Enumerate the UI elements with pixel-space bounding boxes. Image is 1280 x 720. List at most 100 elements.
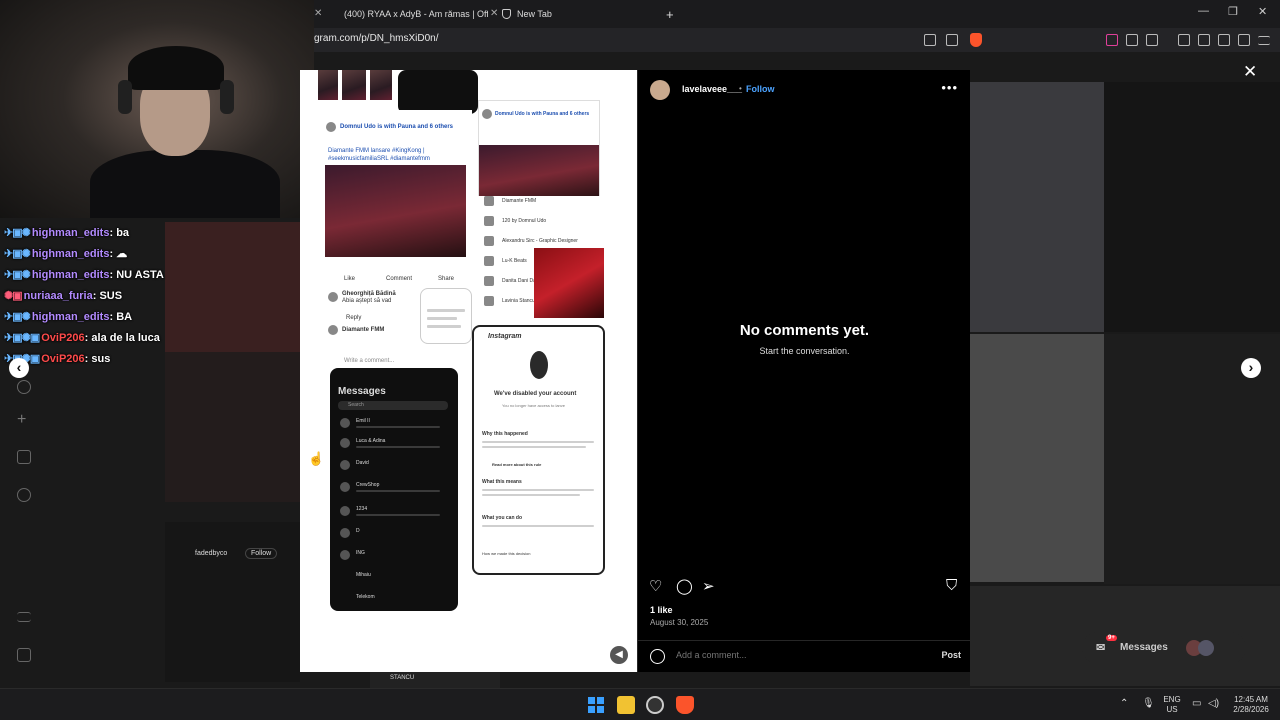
messenger-icon: ✉: [1096, 642, 1106, 654]
fb-band-photo: [479, 145, 599, 199]
sidebar-toggle-icon[interactable]: [1198, 34, 1210, 46]
post-image: Domnul Udo is with Pauna and 6 others Di…: [300, 70, 637, 672]
person-name: Lu-K Beats: [502, 258, 527, 264]
windows-start-icon[interactable]: [588, 697, 604, 713]
text-line: [482, 494, 580, 496]
clock-date: 2/28/2026: [1233, 705, 1269, 714]
comment-icon[interactable]: ◯: [676, 577, 693, 595]
tab-youtube[interactable]: (400) RYAA x AdyB - Am rămas | Offi: [338, 4, 488, 24]
menu-icon[interactable]: [17, 612, 31, 622]
brave-browser-icon[interactable]: [676, 696, 694, 714]
instagram-sidebar: +: [0, 370, 48, 688]
bg-thumbnail[interactable]: [970, 82, 1104, 332]
post-username[interactable]: lavelaveee___: [682, 84, 742, 94]
chat-message: ✈▣✺ highman_edits: ☁: [4, 248, 128, 260]
share-icon[interactable]: [946, 34, 958, 46]
tray-chevron-icon[interactable]: ⌃: [1120, 699, 1128, 709]
comment-input[interactable]: [676, 650, 926, 660]
heart-icon[interactable]: [17, 380, 31, 394]
save-bookmark-icon[interactable]: ⛉: [946, 577, 957, 594]
chat-username: highman_edits: [31, 227, 110, 239]
dashboard-icon[interactable]: [17, 450, 31, 464]
wallet-panel-icon[interactable]: [1218, 34, 1230, 46]
tab-close-icon[interactable]: ✕: [490, 8, 498, 19]
leo-ai-icon[interactable]: [1238, 34, 1250, 46]
text-line: [482, 446, 586, 448]
thumb-photo: [318, 70, 338, 100]
tab-title: (400) RYAA x AdyB - Am rămas | Offi: [344, 9, 488, 19]
media-icon[interactable]: [1178, 34, 1190, 46]
network-icon[interactable]: ▭: [1192, 699, 1201, 709]
fb-caption: Diamante FMM lansare #KingKong | #seekmu…: [328, 148, 430, 162]
maximize-button[interactable]: ❐: [1228, 5, 1238, 18]
person-avatar: [484, 196, 494, 206]
clock[interactable]: 12:45 AM 2/28/2026: [1226, 695, 1276, 715]
bg-thumbnail[interactable]: [970, 334, 1104, 582]
fb-author: Domnul Udo is with Pauna and 6 others: [495, 111, 590, 117]
people-list-screenshot: Diamante FMM 120 by Domnul Udo Alexandru…: [478, 196, 604, 318]
menu-icon[interactable]: [1258, 36, 1270, 45]
read-more: Read more about this rule: [492, 462, 542, 467]
emoji-icon[interactable]: [650, 649, 665, 664]
chat-badges-icon: ✈▣✺: [4, 248, 31, 260]
wallet-icon[interactable]: [1146, 34, 1158, 46]
webcam-feed: [0, 0, 314, 218]
tab-close-icon[interactable]: ✕: [314, 8, 322, 19]
new-tab-button[interactable]: +: [666, 4, 674, 24]
close-window-button[interactable]: ✕: [1258, 5, 1267, 18]
region-label: US: [1166, 705, 1178, 714]
thumb-photo: [342, 70, 366, 100]
brave-shields-icon[interactable]: [970, 33, 982, 47]
extensions-icon[interactable]: [1126, 34, 1138, 46]
bg-follow-button[interactable]: Follow: [245, 548, 278, 559]
cast-icon[interactable]: [924, 34, 936, 46]
chat-username: highman_edits: [31, 269, 110, 281]
bg-thumbnail[interactable]: [1104, 82, 1280, 332]
bg-thumbnail[interactable]: STANCU: [370, 670, 500, 688]
audio-icon[interactable]: ◀: [610, 646, 628, 664]
conversation-name: D: [356, 528, 360, 534]
text-line: [356, 514, 440, 516]
facebook-post-screenshot: Domnul Udo is with Pauna and 6 others: [478, 100, 600, 200]
bg-thumbnail[interactable]: fadedbyco Follow: [165, 522, 300, 682]
post-button[interactable]: Post: [941, 650, 961, 660]
avatar[interactable]: [650, 80, 670, 100]
close-modal-icon[interactable]: ✕: [1243, 62, 1257, 82]
volume-icon[interactable]: ◁): [1208, 699, 1219, 709]
text-line: [427, 325, 461, 328]
fb-page-avatar: [328, 325, 338, 335]
tab-new-tab[interactable]: New Tab: [502, 4, 652, 24]
follow-button[interactable]: Follow: [746, 84, 775, 94]
bg-suggested-user[interactable]: fadedbyco: [195, 550, 227, 557]
share-send-icon[interactable]: ➢: [702, 577, 715, 595]
bg-thumbnail[interactable]: [165, 352, 300, 502]
more-apps-icon[interactable]: [17, 648, 31, 662]
file-explorer-icon[interactable]: [617, 696, 635, 714]
previous-post-button[interactable]: ‹: [9, 358, 29, 378]
create-icon[interactable]: +: [17, 412, 31, 428]
means-heading: What this means: [482, 479, 522, 485]
language-indicator[interactable]: ENG US: [1160, 695, 1184, 715]
chat-badges-icon: ✈▣✺: [4, 269, 31, 281]
like-heart-icon[interactable]: ♡: [649, 577, 662, 595]
separator-dot: •: [739, 84, 742, 93]
messages-pill[interactable]: ✉ 9+ Messages: [1082, 632, 1246, 664]
threads-icon[interactable]: [17, 488, 31, 502]
more-options-icon[interactable]: •••: [941, 80, 958, 95]
windows-taskbar: ⌃ 🎙 ENG US ▭ ◁) 12:45 AM 2/28/2026: [0, 688, 1280, 720]
next-post-button[interactable]: ›: [1241, 358, 1261, 378]
url-field[interactable]: gram.com/p/DN_hmsXiD0n/: [314, 33, 438, 44]
like-count[interactable]: 1 like: [650, 605, 673, 615]
thumb-photo: [370, 70, 392, 100]
person-name: 120 by Domnul Udo: [502, 218, 547, 224]
minimize-button[interactable]: —: [1198, 5, 1209, 17]
person-avatar: [484, 256, 494, 266]
microphone-icon[interactable]: 🎙: [1142, 699, 1155, 709]
text-line: [356, 426, 440, 428]
chat-message: ✈▣✺ highman_edits: ba: [4, 227, 130, 239]
vpn-icon[interactable]: [1106, 34, 1118, 46]
obs-icon[interactable]: [646, 696, 664, 714]
search-text: Search: [348, 402, 364, 408]
messages-search: Search: [338, 401, 448, 410]
conv-avatar: [340, 460, 350, 470]
